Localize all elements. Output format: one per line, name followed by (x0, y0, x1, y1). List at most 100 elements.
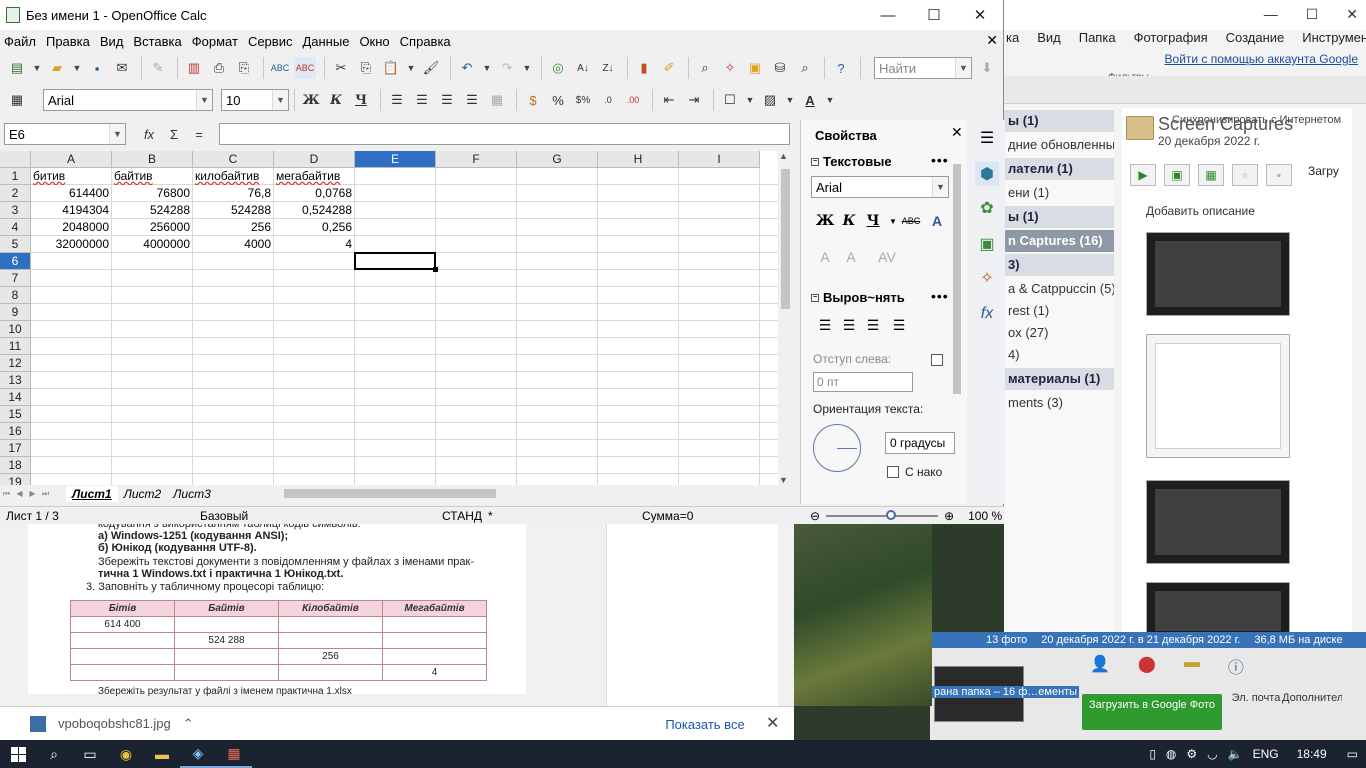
edit-file-icon[interactable]: ✎ (147, 57, 169, 79)
cell-A2[interactable]: 614400 (31, 185, 111, 202)
column-header[interactable]: I (679, 151, 760, 168)
column-header[interactable]: H (598, 151, 679, 168)
first-sheet-icon[interactable]: ⏮ (0, 489, 13, 499)
volume-icon[interactable]: 🔈 (1228, 747, 1243, 761)
print-preview-icon[interactable]: ⎘ (233, 57, 255, 79)
delete-decimal-icon[interactable]: .00 (622, 89, 644, 111)
sort-descending-icon[interactable]: Z↓ (597, 57, 619, 79)
folder-item[interactable]: дние обновленные... (1004, 134, 1114, 156)
language-indicator[interactable]: ENG (1253, 747, 1279, 761)
help-icon[interactable]: ? (830, 57, 852, 79)
strikethrough-icon[interactable]: ABC (899, 210, 923, 232)
notification-icon[interactable]: ▭ (1347, 747, 1358, 761)
column-header[interactable]: C (193, 151, 274, 168)
indent-spinner[interactable]: 0 пт (813, 372, 913, 392)
vertical-scrollbar[interactable]: ▲ ▼ (778, 151, 792, 485)
prev-sheet-icon[interactable]: ◀ (13, 489, 26, 498)
folder-item[interactable]: ments (3) (1004, 392, 1114, 414)
location-icon[interactable]: ⬤ (1138, 654, 1156, 678)
picasa-icon[interactable]: ▦ (216, 740, 252, 768)
vpn-icon[interactable]: ◍ (1166, 747, 1176, 761)
cell-A1[interactable]: битив (31, 168, 111, 185)
cell-C1[interactable]: килобайтив (193, 168, 273, 185)
tab-sheet1[interactable]: Лист1 (66, 485, 118, 502)
save-icon[interactable]: ▪ (1266, 164, 1292, 186)
row-header[interactable]: 12 (0, 355, 31, 372)
row-header[interactable]: 4 (0, 219, 31, 236)
active-cell-cursor[interactable] (354, 252, 436, 270)
chevron-down-icon[interactable]: ▼ (196, 90, 212, 110)
degrees-field[interactable]: 0 градусы (885, 432, 955, 454)
styles-formatting-icon[interactable]: ✿ (975, 196, 999, 220)
chevron-down-icon[interactable]: ▼ (744, 89, 756, 111)
save-icon[interactable]: ▪ (86, 57, 108, 79)
document-scrollbar[interactable] (778, 524, 794, 706)
font-color-icon[interactable]: A (799, 89, 821, 111)
sort-ascending-icon[interactable]: A↓ (572, 57, 594, 79)
menu-item[interactable]: Создание (1226, 30, 1285, 52)
datasources-icon[interactable]: ⛁ (769, 57, 791, 79)
column-header[interactable]: A (31, 151, 112, 168)
play-icon[interactable]: ▶ (1130, 164, 1156, 186)
menu-tools[interactable]: Сервис (244, 34, 297, 49)
fill-handle[interactable] (433, 267, 438, 272)
chevron-down-icon[interactable]: ▼ (955, 58, 971, 78)
zoom-level[interactable]: 100 % (968, 509, 1002, 523)
underline-icon[interactable]: Ч (350, 89, 372, 111)
italic-icon[interactable]: К (325, 89, 347, 111)
row-header[interactable]: 8 (0, 287, 31, 304)
close-document-icon[interactable]: ✕ (986, 32, 998, 49)
folder-item[interactable]: rest (1) (1004, 300, 1114, 322)
merge-cells-icon[interactable]: ▦ (486, 89, 508, 111)
checkbox[interactable] (931, 354, 943, 366)
menu-item[interactable]: Фотография (1134, 30, 1208, 52)
redo-icon[interactable]: ↷ (496, 57, 518, 79)
task-view-icon[interactable]: ▭ (72, 740, 108, 768)
tab-sheet3[interactable]: Лист3 (167, 486, 217, 502)
cell-B1[interactable]: байтив (112, 168, 192, 185)
close-icon[interactable]: ✕ (766, 713, 779, 733)
settings-icon[interactable]: ⚙ (1186, 747, 1197, 761)
gallery-icon[interactable]: ▣ (744, 57, 766, 79)
show-all-downloads-button[interactable]: Показать все (652, 713, 758, 735)
italic-icon[interactable]: К (837, 210, 861, 232)
column-header[interactable]: B (112, 151, 193, 168)
cell-C5[interactable]: 4000 (193, 236, 273, 253)
sum-icon[interactable]: Σ (163, 123, 185, 145)
more-options-icon[interactable]: ••• (931, 152, 949, 168)
chevron-down-icon[interactable]: ▼ (272, 90, 288, 110)
page-style[interactable]: Базовый (200, 509, 248, 523)
percent-icon[interactable]: % (547, 89, 569, 111)
orientation-dial[interactable] (813, 424, 861, 472)
align-right-icon[interactable]: ☰ (436, 89, 458, 111)
standard-format-icon[interactable]: $% (572, 89, 594, 111)
add-description-link[interactable]: Добавить описание (1146, 204, 1255, 218)
zoom-icon[interactable]: ⌕ (794, 57, 816, 79)
selection-mode[interactable]: СТАНД (442, 509, 482, 523)
menu-item[interactable]: Инструменты (1302, 30, 1366, 52)
row-header[interactable]: 10 (0, 321, 31, 338)
minimize-button[interactable]: — (865, 0, 911, 30)
email-button[interactable]: Эл. почта (1226, 692, 1286, 704)
menu-data[interactable]: Данные (298, 34, 353, 49)
cell-D1[interactable]: мегабайтив (274, 168, 354, 185)
stacked-checkbox[interactable] (887, 466, 899, 478)
shadow-icon[interactable]: A (925, 210, 949, 232)
star-icon[interactable]: ★ (1232, 164, 1258, 186)
row-header[interactable]: 7 (0, 270, 31, 287)
spreadsheet-grid[interactable]: A B C D E F G H I 1 2 3 4 5 6 7 8 9 10 11 12 13 14 15 16 17 18 19 би… (0, 151, 792, 485)
function-equals-icon[interactable]: = (188, 123, 210, 145)
menu-insert[interactable]: Вставка (129, 34, 185, 49)
search-icon[interactable]: ⌕ (36, 740, 72, 768)
row-header[interactable]: 17 (0, 440, 31, 457)
zoom-out-icon[interactable]: ⊖ (810, 509, 820, 523)
alignment-panel-header[interactable]: − Выров~нять (811, 290, 905, 305)
align-left-icon[interactable]: ☰ (813, 314, 837, 336)
print-icon[interactable]: ⎙ (208, 57, 230, 79)
menu-item[interactable]: ка (1006, 30, 1019, 52)
text-panel-header[interactable]: − Текстовые (811, 154, 892, 169)
row-header[interactable]: 9 (0, 304, 31, 321)
menu-item[interactable]: Вид (1037, 30, 1061, 52)
align-center-icon[interactable]: ☰ (837, 314, 861, 336)
row-header[interactable]: 14 (0, 389, 31, 406)
